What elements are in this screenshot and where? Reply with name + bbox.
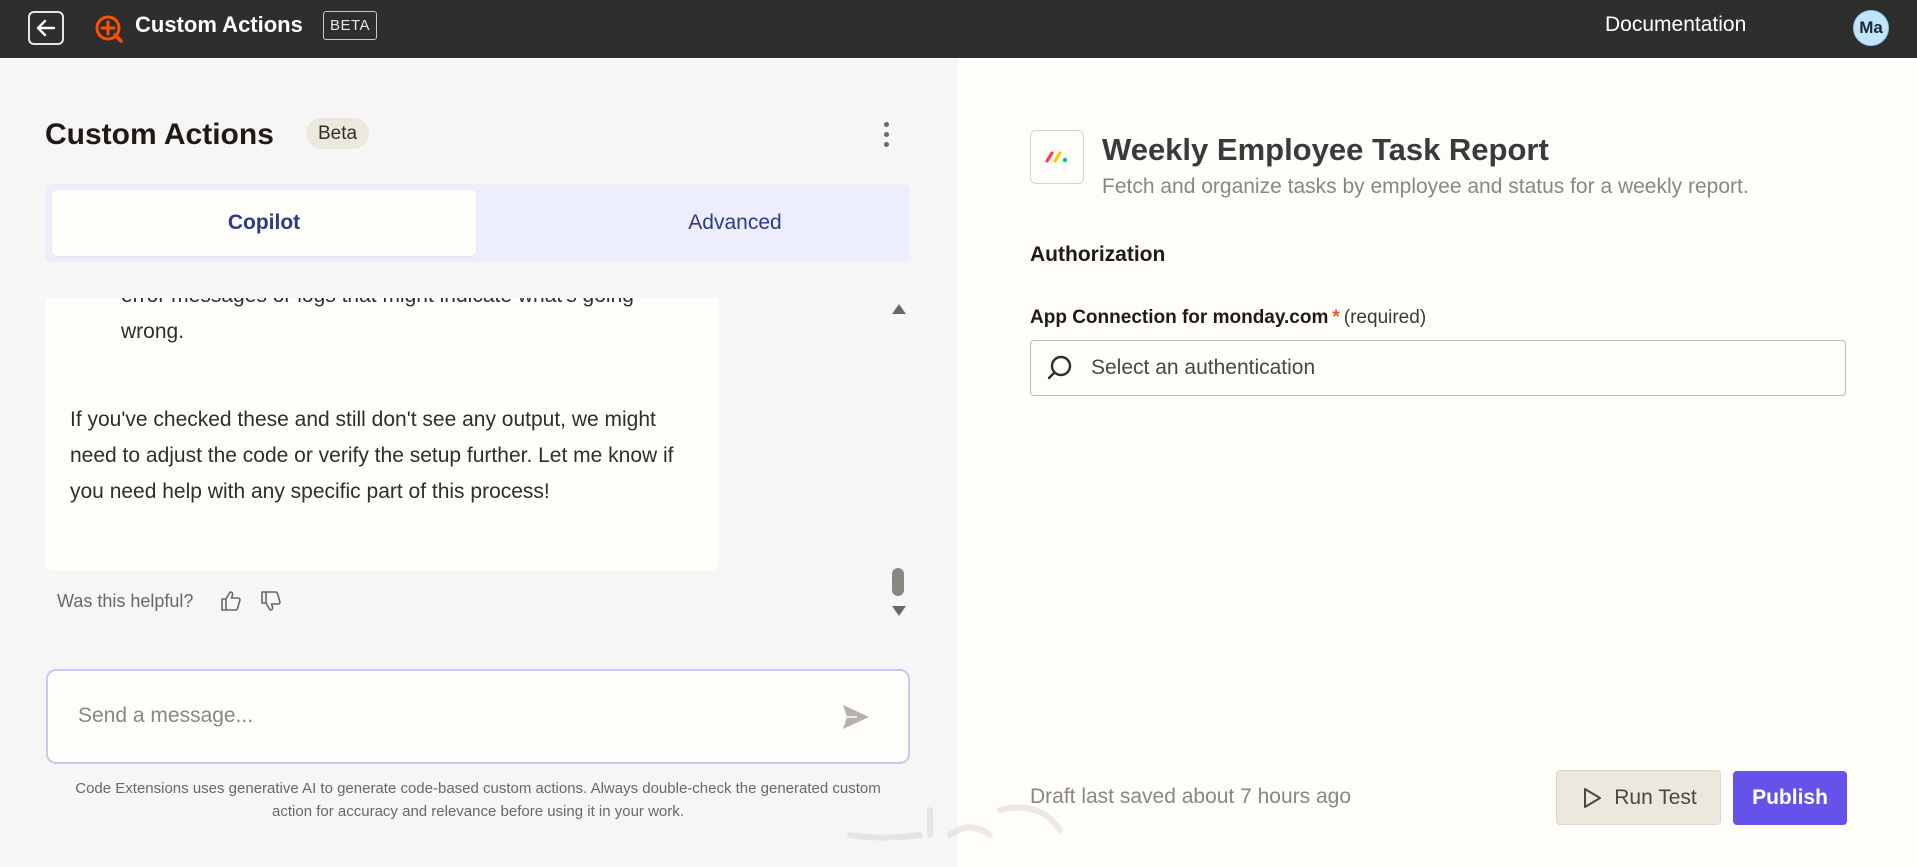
more-options-button[interactable] (872, 116, 900, 152)
search-icon (1047, 355, 1072, 380)
required-text: (required) (1343, 307, 1427, 328)
top-bar: Custom Actions BETA Documentation Ma (0, 0, 1917, 58)
run-test-button[interactable]: Run Test (1556, 770, 1721, 825)
thumbs-up-icon (221, 591, 242, 611)
helpful-label: Was this helpful? (57, 590, 194, 611)
mode-tabs: Copilot Advanced (45, 184, 910, 262)
documentation-link[interactable]: Documentation (1605, 13, 1746, 37)
ai-disclaimer: Code Extensions uses generative AI to ge… (75, 780, 881, 820)
monday-logo-icon (1045, 151, 1068, 163)
chat-history[interactable]: error messages or logs that might indica… (45, 298, 910, 621)
custom-actions-icon (95, 15, 123, 43)
authentication-placeholder: Select an authentication (1091, 356, 1316, 379)
authentication-select[interactable]: Select an authentication (1030, 340, 1846, 396)
app-logo (1030, 130, 1084, 184)
kebab-menu-icon (883, 121, 889, 127)
run-test-label: Run Test (1614, 785, 1697, 809)
scroll-up-arrow[interactable] (892, 304, 906, 314)
send-icon (843, 705, 869, 729)
message-list-item: error messages or logs that might indica… (121, 298, 634, 343)
action-title: Weekly Employee Task Report (1102, 132, 1549, 167)
action-description: Fetch and organize tasks by employee and… (1102, 175, 1749, 198)
tab-copilot[interactable]: Copilot (52, 190, 476, 256)
play-icon (1584, 787, 1602, 808)
publish-button[interactable]: Publish (1733, 771, 1847, 825)
assistant-message: error messages or logs that might indica… (45, 298, 719, 571)
tab-advanced[interactable]: Advanced (523, 190, 947, 256)
message-input[interactable] (78, 696, 838, 736)
required-star: * (1332, 307, 1340, 328)
beta-tag: BETA (323, 11, 378, 40)
panel-title: Custom Actions (45, 118, 274, 151)
back-button[interactable] (28, 11, 64, 45)
scroll-thumb[interactable] (892, 568, 904, 596)
watermark-logo (847, 804, 1063, 841)
app-title: Custom Actions (135, 12, 303, 37)
thumbs-up-button[interactable] (217, 587, 245, 615)
beta-badge: Beta (306, 118, 370, 149)
back-arrow-icon (36, 19, 56, 37)
thumbs-down-button[interactable] (257, 587, 285, 615)
app-connection-label: App Connection for monday.com * (required) (1030, 306, 1426, 330)
message-paragraph: If you've checked these and still don't … (70, 408, 674, 503)
thumbs-down-icon (261, 591, 282, 611)
avatar[interactable]: Ma (1853, 10, 1889, 46)
copilot-panel: Custom Actions Beta Copilot Advanced err… (0, 58, 958, 867)
message-composer (46, 669, 910, 764)
feedback-row: Was this helpful? (57, 587, 285, 615)
chat-scrollbar[interactable] (887, 298, 909, 621)
app-connection-label-text: App Connection for monday.com (1030, 307, 1329, 328)
authorization-heading: Authorization (1030, 243, 1166, 266)
scroll-down-arrow[interactable] (892, 606, 906, 616)
send-button[interactable] (838, 699, 874, 735)
